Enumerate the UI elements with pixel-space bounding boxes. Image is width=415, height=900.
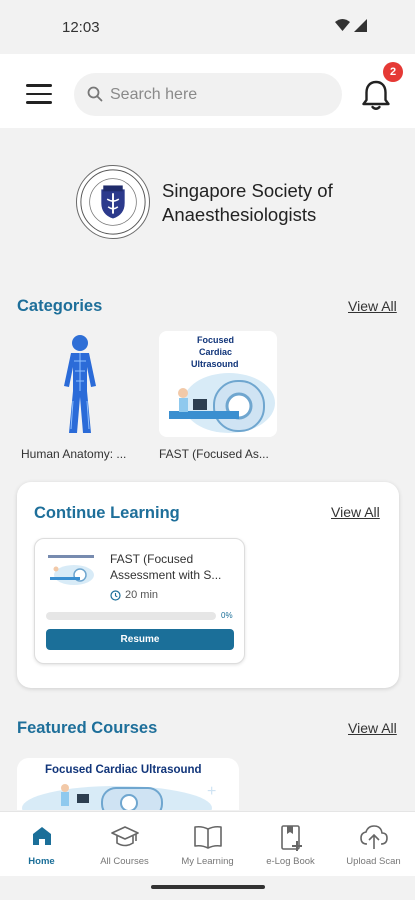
course-progress-card[interactable]: FAST (Focused Assessment with S... 20 mi… — [34, 538, 245, 664]
featured-courses-title: Featured Courses — [17, 719, 158, 737]
organization-name: Singapore Society of Anaesthesiologists — [162, 180, 333, 225]
course-thumbnail — [46, 553, 96, 587]
search-input[interactable] — [110, 73, 330, 116]
featured-courses-view-all-link[interactable]: View All — [348, 720, 397, 736]
cloud-upload-icon — [359, 825, 388, 849]
nav-label: e-Log Book — [266, 856, 315, 867]
ultrasound-illustration: Focused Cardiac Ultrasound — [159, 331, 277, 437]
category-card[interactable]: Human Anatomy: ... — [21, 331, 139, 461]
svg-text:+: + — [207, 783, 216, 800]
course-title: FAST (Focused Assessment with S... — [110, 552, 222, 582]
anatomy-illustration — [21, 331, 139, 437]
top-bar — [0, 54, 415, 128]
nav-home[interactable]: Home — [0, 812, 83, 877]
book-open-icon — [193, 825, 222, 849]
search-box[interactable] — [74, 73, 342, 116]
nav-my-learning[interactable]: My Learning — [166, 812, 249, 877]
course-progress-label: 0% — [221, 611, 233, 620]
featured-course-card[interactable]: + Focused Cardiac Ultrasound — [17, 758, 239, 810]
category-image: Focused Cardiac Ultrasound — [159, 331, 277, 437]
gesture-area — [0, 876, 415, 900]
notification-badge: 2 — [383, 62, 403, 82]
status-time: 12:03 — [62, 19, 100, 36]
category-label: Human Anatomy: ... — [21, 447, 127, 461]
clock-icon — [110, 589, 121, 601]
bottom-nav: Home All Courses My Learning e-Log Book … — [0, 811, 415, 876]
nav-label: My Learning — [181, 856, 234, 867]
nav-label: All Courses — [100, 856, 149, 867]
organization-block: Singapore Society of Anaesthesiologists — [76, 165, 376, 241]
signal-icon — [354, 19, 367, 32]
resume-button[interactable]: Resume — [46, 629, 234, 650]
continue-learning-panel: Continue Learning View All FAST (Focused… — [17, 482, 399, 688]
course-progress-bar — [46, 612, 216, 620]
bell-icon[interactable] — [360, 79, 392, 113]
course-duration-text: 20 min — [125, 589, 159, 601]
logbook-add-icon — [280, 825, 302, 851]
gesture-bar[interactable] — [151, 885, 265, 889]
status-bar: 12:03 — [0, 0, 415, 54]
menu-icon[interactable] — [26, 84, 52, 104]
categories-view-all-link[interactable]: View All — [348, 298, 397, 314]
continue-learning-view-all-link[interactable]: View All — [331, 504, 380, 520]
nav-label: Upload Scan — [346, 856, 401, 867]
category-card[interactable]: Focused Cardiac Ultrasound FAST (Focused… — [159, 331, 277, 461]
search-icon — [87, 86, 103, 102]
wifi-icon — [335, 19, 350, 31]
status-icons — [335, 19, 367, 32]
home-icon — [32, 827, 51, 845]
category-label: FAST (Focused As... — [159, 447, 269, 461]
nav-all-courses[interactable]: All Courses — [83, 812, 166, 877]
svg-text:Ultrasound: Ultrasound — [191, 359, 239, 369]
nav-upload-scan[interactable]: Upload Scan — [332, 812, 415, 877]
nav-label: Home — [28, 856, 55, 867]
course-duration: 20 min — [110, 589, 158, 601]
featured-course-image-text: Focused Cardiac Ultrasound — [45, 764, 202, 776]
category-image — [21, 331, 139, 437]
nav-elog-book[interactable]: e-Log Book — [249, 812, 332, 877]
organization-logo — [76, 165, 150, 239]
svg-text:Cardiac: Cardiac — [199, 347, 232, 357]
graduation-cap-icon — [110, 826, 139, 847]
categories-title: Categories — [17, 297, 103, 315]
continue-learning-title: Continue Learning — [34, 504, 180, 522]
svg-text:Focused: Focused — [197, 335, 234, 345]
